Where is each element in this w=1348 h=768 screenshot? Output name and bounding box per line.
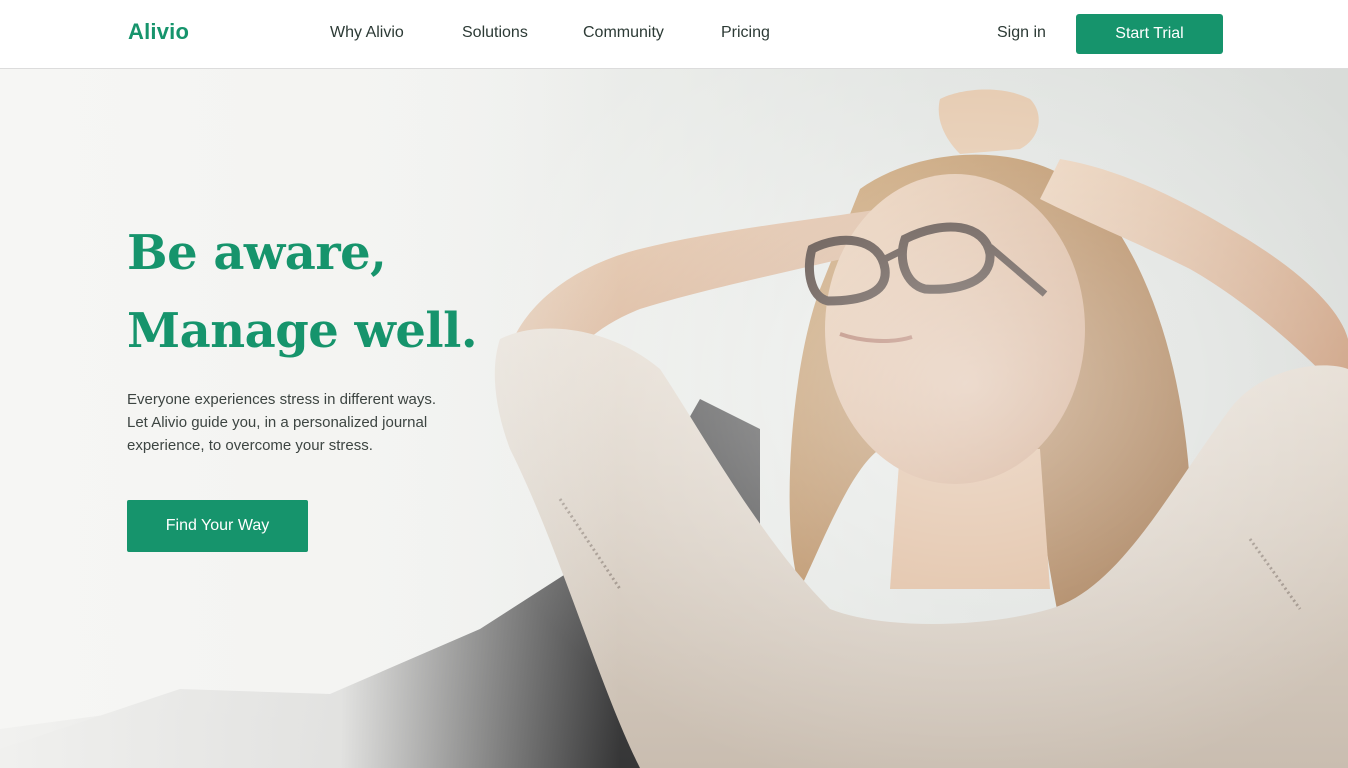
hero-headline: Be aware, Manage well.: [127, 214, 607, 370]
headline-line-1: Be aware,: [127, 225, 387, 281]
headline-line-2: Manage well.: [127, 303, 478, 359]
hero-subcopy: Everyone experiences stress in different…: [127, 388, 467, 457]
sign-in-link[interactable]: Sign in: [997, 24, 1046, 42]
start-trial-button[interactable]: Start Trial: [1076, 14, 1223, 54]
subcopy-line-1: Everyone experiences stress in different…: [127, 391, 437, 408]
subcopy-line-2: Let Alivio guide you, in a personalized …: [127, 414, 428, 431]
nav-link-solutions[interactable]: Solutions: [462, 24, 528, 42]
hero-section: Be aware, Manage well. Everyone experien…: [0, 69, 1348, 768]
brand-logo[interactable]: Alivio: [128, 19, 189, 45]
nav-link-community[interactable]: Community: [583, 24, 664, 42]
subcopy-line-3: experience, to overcome your stress.: [127, 437, 373, 454]
nav-link-why-alivio[interactable]: Why Alivio: [330, 24, 404, 42]
find-your-way-button[interactable]: Find Your Way: [127, 500, 308, 552]
nav-link-pricing[interactable]: Pricing: [721, 24, 770, 42]
site-header: Alivio Why Alivio Solutions Community Pr…: [0, 0, 1348, 69]
